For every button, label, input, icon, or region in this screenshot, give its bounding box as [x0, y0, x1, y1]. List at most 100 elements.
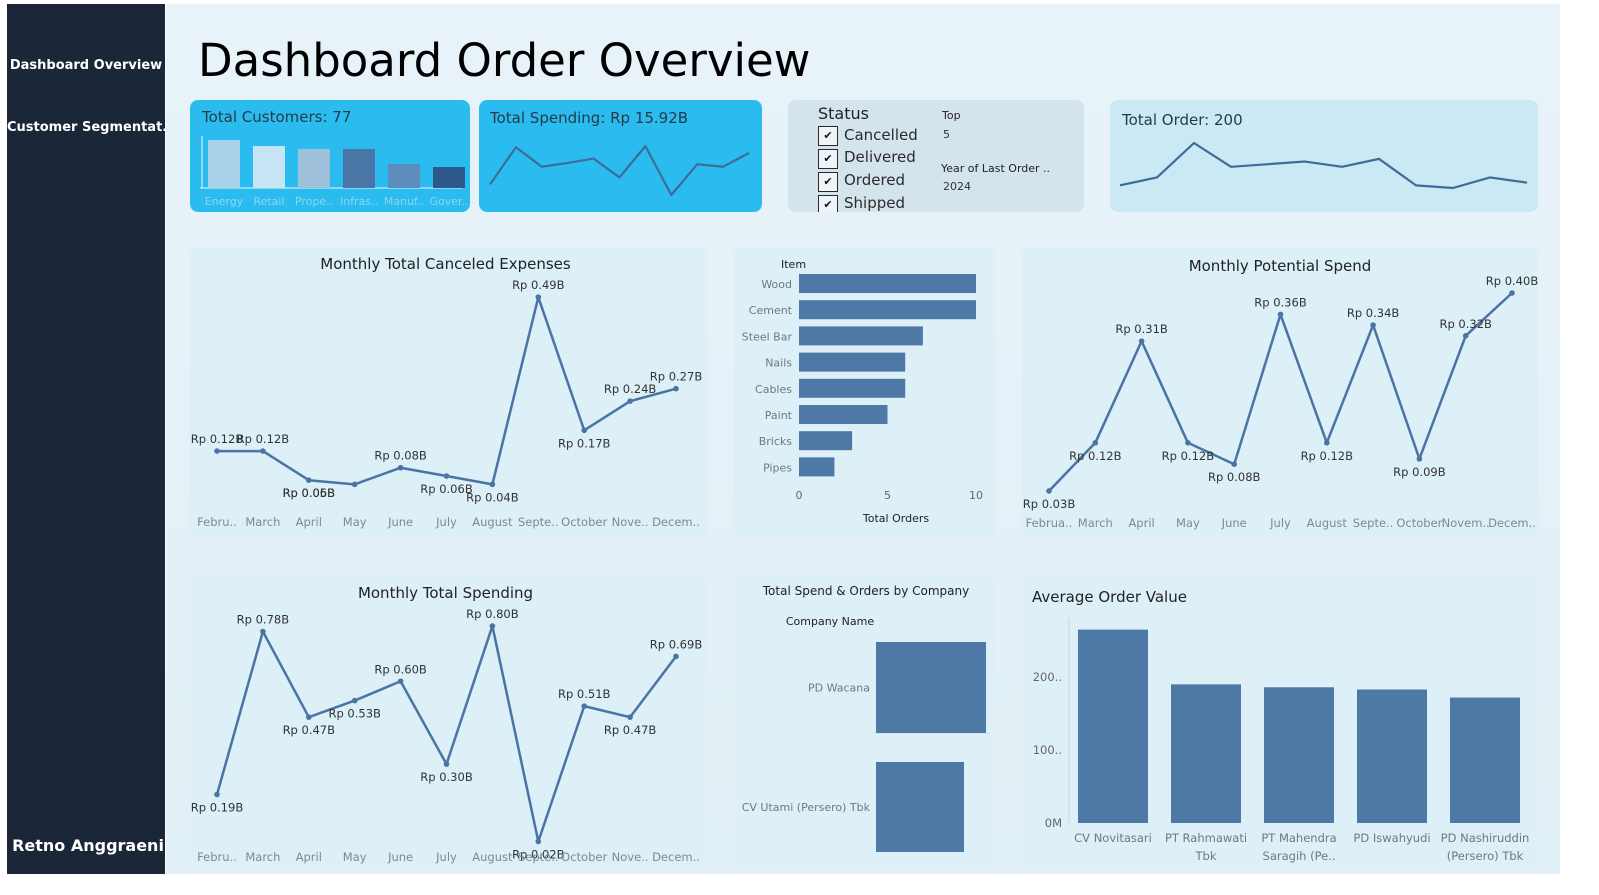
data-label: Rp 0.12B [1069, 449, 1122, 463]
status-option-cancelled[interactable]: Cancelled [844, 126, 918, 144]
data-point [1138, 338, 1145, 344]
kpi-total-spending: Total Spending: Rp 15.92B [479, 100, 762, 212]
data-label: Rp 0.17B [558, 436, 611, 450]
checkbox-shipped[interactable]: ✔ [818, 195, 838, 212]
x-tick-label: CV Novitasari [1074, 831, 1152, 845]
data-label: Rp 0.24B [604, 382, 657, 396]
x-tick-label: October [561, 515, 607, 529]
data-label: Rp 0.04B [466, 490, 519, 504]
company-label: PD Wacana [808, 682, 870, 695]
orders-mini-line [1119, 141, 1528, 190]
item-bar [799, 457, 835, 477]
aov-bar [1450, 697, 1520, 823]
author-name: Retno Anggraeni [12, 836, 164, 855]
data-point [443, 473, 450, 479]
x-tick-label: July [435, 515, 457, 529]
data-label: Rp 0.36B [1254, 295, 1307, 309]
customer-bar [433, 167, 465, 188]
year-filter-value[interactable]: 2024 [943, 180, 971, 193]
x-tick-label: PT Mahendra [1261, 831, 1336, 845]
item-label: Wood [761, 278, 792, 291]
data-point [351, 481, 358, 488]
item-bar [799, 300, 976, 320]
top-parameter-value[interactable]: 5 [943, 128, 950, 141]
checkbox-cancelled[interactable]: ✔ [818, 126, 838, 146]
status-option-delivered[interactable]: Delivered [844, 148, 916, 166]
data-label: Rp 0.32B [1439, 317, 1492, 331]
data-label: Rp 0.30B [420, 770, 473, 784]
data-label: Rp 0.03B [1023, 497, 1076, 511]
checkbox-ordered[interactable]: ✔ [818, 172, 838, 192]
status-filter-title: Status [818, 104, 869, 123]
items-card: Item Wood Cement Steel Bar Nails Cables Paint B… [734, 247, 995, 538]
x-tick-label: April [1128, 516, 1154, 530]
data-label: Rp 0.08B [374, 449, 427, 463]
status-option-shipped[interactable]: Shipped [844, 194, 905, 212]
x-tick-label: Decem.. [652, 850, 700, 864]
data-label: Rp 0.12B [237, 432, 290, 446]
data-label: Rp 0.47B [283, 723, 336, 737]
data-label: Rp 0.31B [1115, 322, 1168, 336]
x-tick-label: March [245, 515, 280, 529]
x-tick-label: PD Iswahyudi [1353, 831, 1430, 845]
customer-category-label: Manuf.. [384, 195, 424, 208]
data-point [535, 294, 542, 300]
x-tick-label: PD Nashiruddin [1441, 831, 1530, 845]
data-point [673, 653, 679, 660]
x-tick-label: July [1269, 516, 1291, 530]
x-tick-label: July [435, 850, 457, 864]
customer-category-label: Gover.. [429, 195, 468, 208]
data-point [535, 838, 542, 845]
item-axis-header: Item [781, 258, 806, 271]
aov-card: Average Order Value 0M 100.. 200.. CV Novit… [1022, 574, 1538, 866]
aov-bar-chart: 0M 100.. 200.. CV Novitasari PT Rahmawati Tbk… [1033, 618, 1530, 863]
data-point [260, 448, 266, 454]
total-spending-card: Monthly Total Spending Rp 0.19B Rp 0.78B R… [190, 574, 707, 866]
x-tick-label: August [472, 850, 513, 864]
data-point [1370, 322, 1376, 328]
item-label: Cement [749, 304, 793, 317]
data-point [1324, 440, 1330, 446]
data-point [306, 477, 312, 483]
item-label: Bricks [759, 435, 793, 448]
data-point [214, 791, 220, 798]
data-label: Rp 0.60B [374, 662, 427, 676]
customer-bar [298, 149, 330, 188]
company-card: Total Spend & Orders by Company Company … [734, 574, 995, 866]
kpi-total-customers: Total Customers: 77 Energy Retail Prope.. I… [190, 100, 470, 212]
company-bar [876, 762, 964, 852]
x-tick-label: August [1307, 516, 1348, 530]
item-label: Nails [765, 357, 792, 370]
data-point [397, 464, 404, 471]
x-tick-label: August [472, 515, 513, 529]
item-bar [799, 274, 976, 293]
x-tick-label: Febru.. [197, 515, 237, 529]
x-tick-label: Septe.. [518, 515, 559, 529]
company-bar [876, 642, 986, 733]
checkbox-delivered[interactable]: ✔ [818, 149, 838, 169]
y-tick-label: 0M [1045, 816, 1062, 830]
filters-panel: Status ✔ Cancelled ✔ Delivered ✔ Ordered… [788, 100, 1084, 212]
x-tick-label: 0 [796, 489, 803, 502]
data-point [673, 385, 679, 392]
customer-bar [388, 164, 420, 188]
status-option-ordered[interactable]: Ordered [844, 171, 905, 189]
x-tick-label: March [1078, 516, 1113, 530]
x-tick-label: October [1396, 516, 1442, 530]
company-axis-header: Company Name [786, 615, 875, 628]
items-bar-chart: Item Wood Cement Steel Bar Nails Cables Paint B… [742, 258, 983, 525]
y-tick-label: 200.. [1033, 670, 1062, 684]
data-label: Rp 0.27B [650, 370, 703, 384]
data-point [627, 714, 633, 720]
sidebar-item-dashboard-overview[interactable]: Dashboard Overview [7, 58, 165, 73]
sidebar-item-customer-segmentation[interactable]: Customer Segmentat.. [7, 120, 169, 135]
data-label: Rp 0.49B [512, 278, 565, 292]
x-tick-label: May [343, 850, 367, 864]
item-bar [799, 326, 923, 346]
data-label: Rp 0.51B [558, 687, 611, 701]
x-tick-label: June [387, 515, 413, 529]
x-tick-label: Decem.. [652, 515, 700, 529]
data-label: Rp 0.09B [1393, 465, 1446, 479]
x-tick-label: Decem.. [1488, 516, 1536, 530]
x-tick-label: Septe.. [1353, 516, 1394, 530]
